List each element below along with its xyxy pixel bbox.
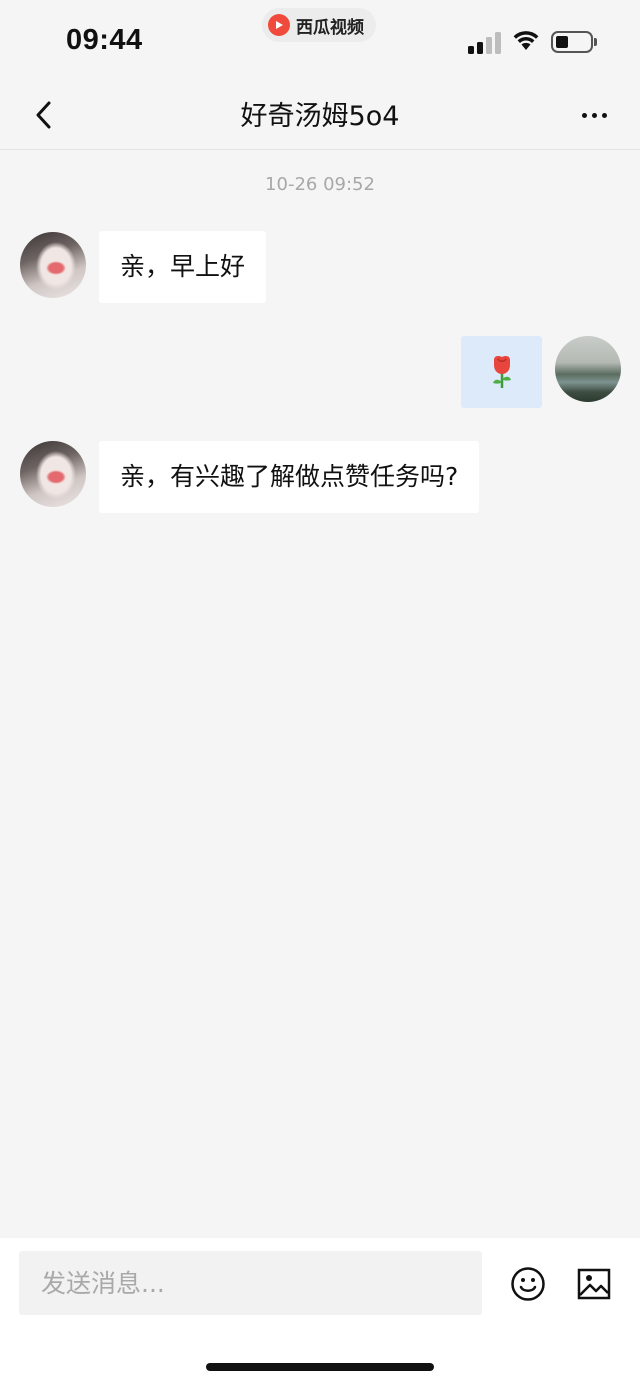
- contact-avatar[interactable]: [20, 441, 86, 507]
- message-bubble-outgoing[interactable]: [461, 336, 542, 408]
- nav-bar: 好奇汤姆5o4: [0, 80, 640, 150]
- battery-icon: [551, 31, 593, 53]
- chevron-left-icon: [36, 101, 51, 129]
- more-dots-icon: [581, 112, 587, 118]
- contact-avatar[interactable]: [20, 232, 86, 298]
- emoji-button[interactable]: [510, 1266, 546, 1302]
- more-button[interactable]: [572, 95, 616, 135]
- battery-tip: [594, 38, 597, 46]
- home-indicator[interactable]: [206, 1363, 434, 1371]
- app-play-icon: [268, 14, 290, 36]
- smiley-icon: [511, 1267, 545, 1301]
- wifi-icon: [513, 31, 539, 50]
- status-bar: 09:44 西瓜视频: [0, 0, 640, 80]
- back-button[interactable]: [24, 95, 64, 135]
- return-to-app-badge[interactable]: 西瓜视频: [262, 8, 376, 42]
- chat-title: 好奇汤姆5o4: [240, 101, 400, 132]
- image-icon: [577, 1268, 611, 1300]
- app-badge-label: 西瓜视频: [296, 17, 364, 38]
- signal-icon: [468, 30, 502, 54]
- message-timestamp: 10-26 09:52: [265, 174, 375, 195]
- self-avatar[interactable]: [555, 336, 621, 402]
- image-button[interactable]: [576, 1266, 612, 1302]
- rose-icon: [492, 356, 511, 388]
- status-time: 09:44: [66, 24, 143, 56]
- message-input[interactable]: [19, 1251, 482, 1315]
- message-bubble-incoming[interactable]: 亲，有兴趣了解做点赞任务吗?: [99, 441, 480, 513]
- message-bubble-incoming[interactable]: 亲，早上好: [99, 231, 267, 303]
